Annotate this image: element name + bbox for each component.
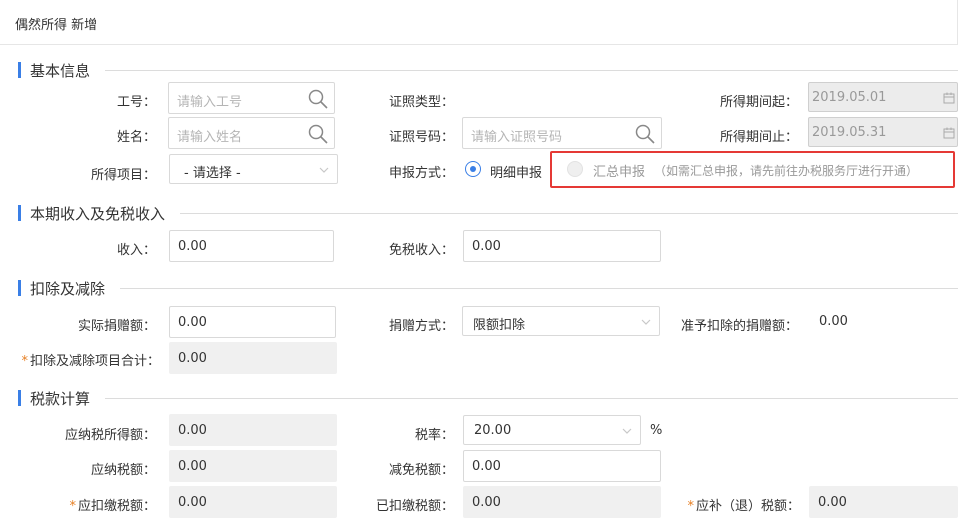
section-marker	[18, 390, 21, 406]
calendar-icon[interactable]	[943, 127, 955, 139]
withholding-tax-field: 0.00	[169, 486, 337, 518]
donation-value: 0.00	[178, 315, 207, 330]
tax-reduction-input[interactable]: 0.00	[463, 450, 661, 482]
divider	[105, 70, 958, 71]
chevron-down-icon	[622, 428, 632, 434]
period-start-value: 2019.05.01	[812, 90, 887, 105]
withholding-tax-label-text: 应扣缴税额：	[77, 499, 156, 514]
deduction-total-label: * 扣除及减除项目合计：	[4, 350, 160, 369]
report-method-label: 申报方式：	[388, 166, 454, 181]
radio-detail-report[interactable]	[465, 161, 481, 177]
period-start-input[interactable]: 2019.05.01	[808, 82, 958, 112]
name-placeholder: 请输入姓名	[177, 130, 243, 145]
tax-rate-unit: %	[650, 423, 663, 438]
search-icon[interactable]	[635, 124, 655, 144]
deduction-total-field: 0.00	[169, 342, 337, 374]
income-label: 收入：	[116, 243, 156, 258]
section-marker	[18, 280, 21, 296]
withheld-tax-field: 0.00	[463, 486, 661, 518]
period-end-value: 2019.05.31	[812, 125, 887, 140]
income-input[interactable]: 0.00	[169, 230, 334, 262]
refund-tax-label: * 应补（退）税额：	[660, 495, 800, 514]
period-end-input[interactable]: 2019.05.31	[808, 117, 958, 147]
income-item-label: 所得项目：	[90, 168, 156, 183]
income-item-select[interactable]: - 请选择 -	[169, 154, 338, 184]
section-marker	[18, 205, 21, 221]
tax-rate-value: 20.00	[474, 423, 512, 438]
refund-tax-label-text: 应补（退）税额：	[695, 499, 800, 514]
taxable-income-value: 0.00	[178, 423, 207, 438]
divider	[105, 398, 958, 399]
donation-label: 实际捐赠额：	[77, 319, 156, 334]
employee-id-input[interactable]: 请输入工号	[168, 82, 335, 114]
withholding-tax-value: 0.00	[178, 495, 207, 510]
refund-tax-value: 0.00	[818, 495, 847, 510]
withholding-tax-label: * 应扣缴税额：	[30, 495, 156, 514]
refund-tax-field: 0.00	[809, 486, 958, 518]
section-title-deduction: 扣除及减除	[30, 280, 106, 298]
chevron-down-icon	[641, 319, 651, 325]
calendar-icon[interactable]	[943, 92, 955, 104]
donation-method-value: 限额扣除	[473, 318, 526, 333]
tax-payable-field: 0.00	[169, 450, 337, 482]
required-marker: *	[69, 499, 76, 514]
taxable-income-label: 应纳税所得额：	[64, 428, 156, 443]
divider	[120, 288, 958, 289]
section-title-tax: 税款计算	[30, 390, 91, 408]
withheld-tax-value: 0.00	[472, 495, 501, 510]
id-type-label: 证照类型：	[388, 95, 454, 110]
summary-report-label[interactable]: 汇总申报	[593, 161, 645, 180]
tax-reduction-value: 0.00	[472, 459, 501, 474]
name-input[interactable]: 请输入姓名	[168, 117, 335, 149]
donation-method-select[interactable]: 限额扣除	[462, 306, 660, 336]
donation-method-label: 捐赠方式：	[388, 319, 454, 334]
deduction-total-label-text: 扣除及减除项目合计：	[29, 354, 160, 369]
required-marker: *	[21, 354, 28, 369]
radio-summary-report[interactable]	[567, 161, 583, 177]
id-number-input[interactable]: 请输入证照号码	[462, 117, 662, 149]
section-title-income: 本期收入及免税收入	[30, 205, 166, 223]
search-icon[interactable]	[308, 89, 328, 109]
id-number-label: 证照号码：	[388, 130, 454, 145]
tax-rate-label: 税率：	[414, 428, 454, 443]
period-end-label: 所得期间止：	[719, 130, 798, 145]
employee-id-placeholder: 请输入工号	[177, 95, 243, 110]
tax-payable-value: 0.00	[178, 459, 207, 474]
id-number-placeholder: 请输入证照号码	[471, 130, 563, 145]
search-icon[interactable]	[308, 124, 328, 144]
tax-free-income-input[interactable]: 0.00	[463, 230, 661, 262]
tax-payable-label: 应纳税额：	[90, 463, 156, 478]
summary-report-hint: （如需汇总申报，请先前往办税服务厅进行开通）	[654, 164, 919, 178]
section-marker	[18, 62, 21, 78]
detail-report-label[interactable]: 明细申报	[490, 162, 542, 181]
page-title: 偶然所得 新增	[15, 18, 98, 33]
donation-input[interactable]: 0.00	[169, 306, 336, 338]
name-label: 姓名：	[116, 130, 156, 145]
tax-reduction-label: 减免税额：	[388, 463, 454, 478]
withheld-tax-label: 已扣缴税额：	[375, 499, 454, 514]
income-value: 0.00	[178, 239, 207, 254]
employee-id-label: 工号：	[116, 95, 156, 110]
divider	[180, 213, 958, 214]
tax-free-income-label: 免税收入：	[388, 243, 454, 258]
section-title-basic: 基本信息	[30, 62, 91, 80]
tax-free-income-value: 0.00	[472, 239, 501, 254]
deduction-total-value: 0.00	[178, 351, 207, 366]
required-marker: *	[687, 499, 694, 514]
taxable-income-field: 0.00	[169, 414, 337, 446]
chevron-down-icon	[319, 167, 329, 173]
allowed-donation-label: 准予扣除的捐赠额：	[680, 319, 798, 334]
allowed-donation-value: 0.00	[819, 314, 848, 329]
period-start-label: 所得期间起：	[719, 95, 798, 110]
income-item-value: - 请选择 -	[184, 166, 241, 181]
title-bar: 偶然所得 新增	[0, 0, 958, 45]
tax-rate-select[interactable]: 20.00	[463, 415, 641, 445]
